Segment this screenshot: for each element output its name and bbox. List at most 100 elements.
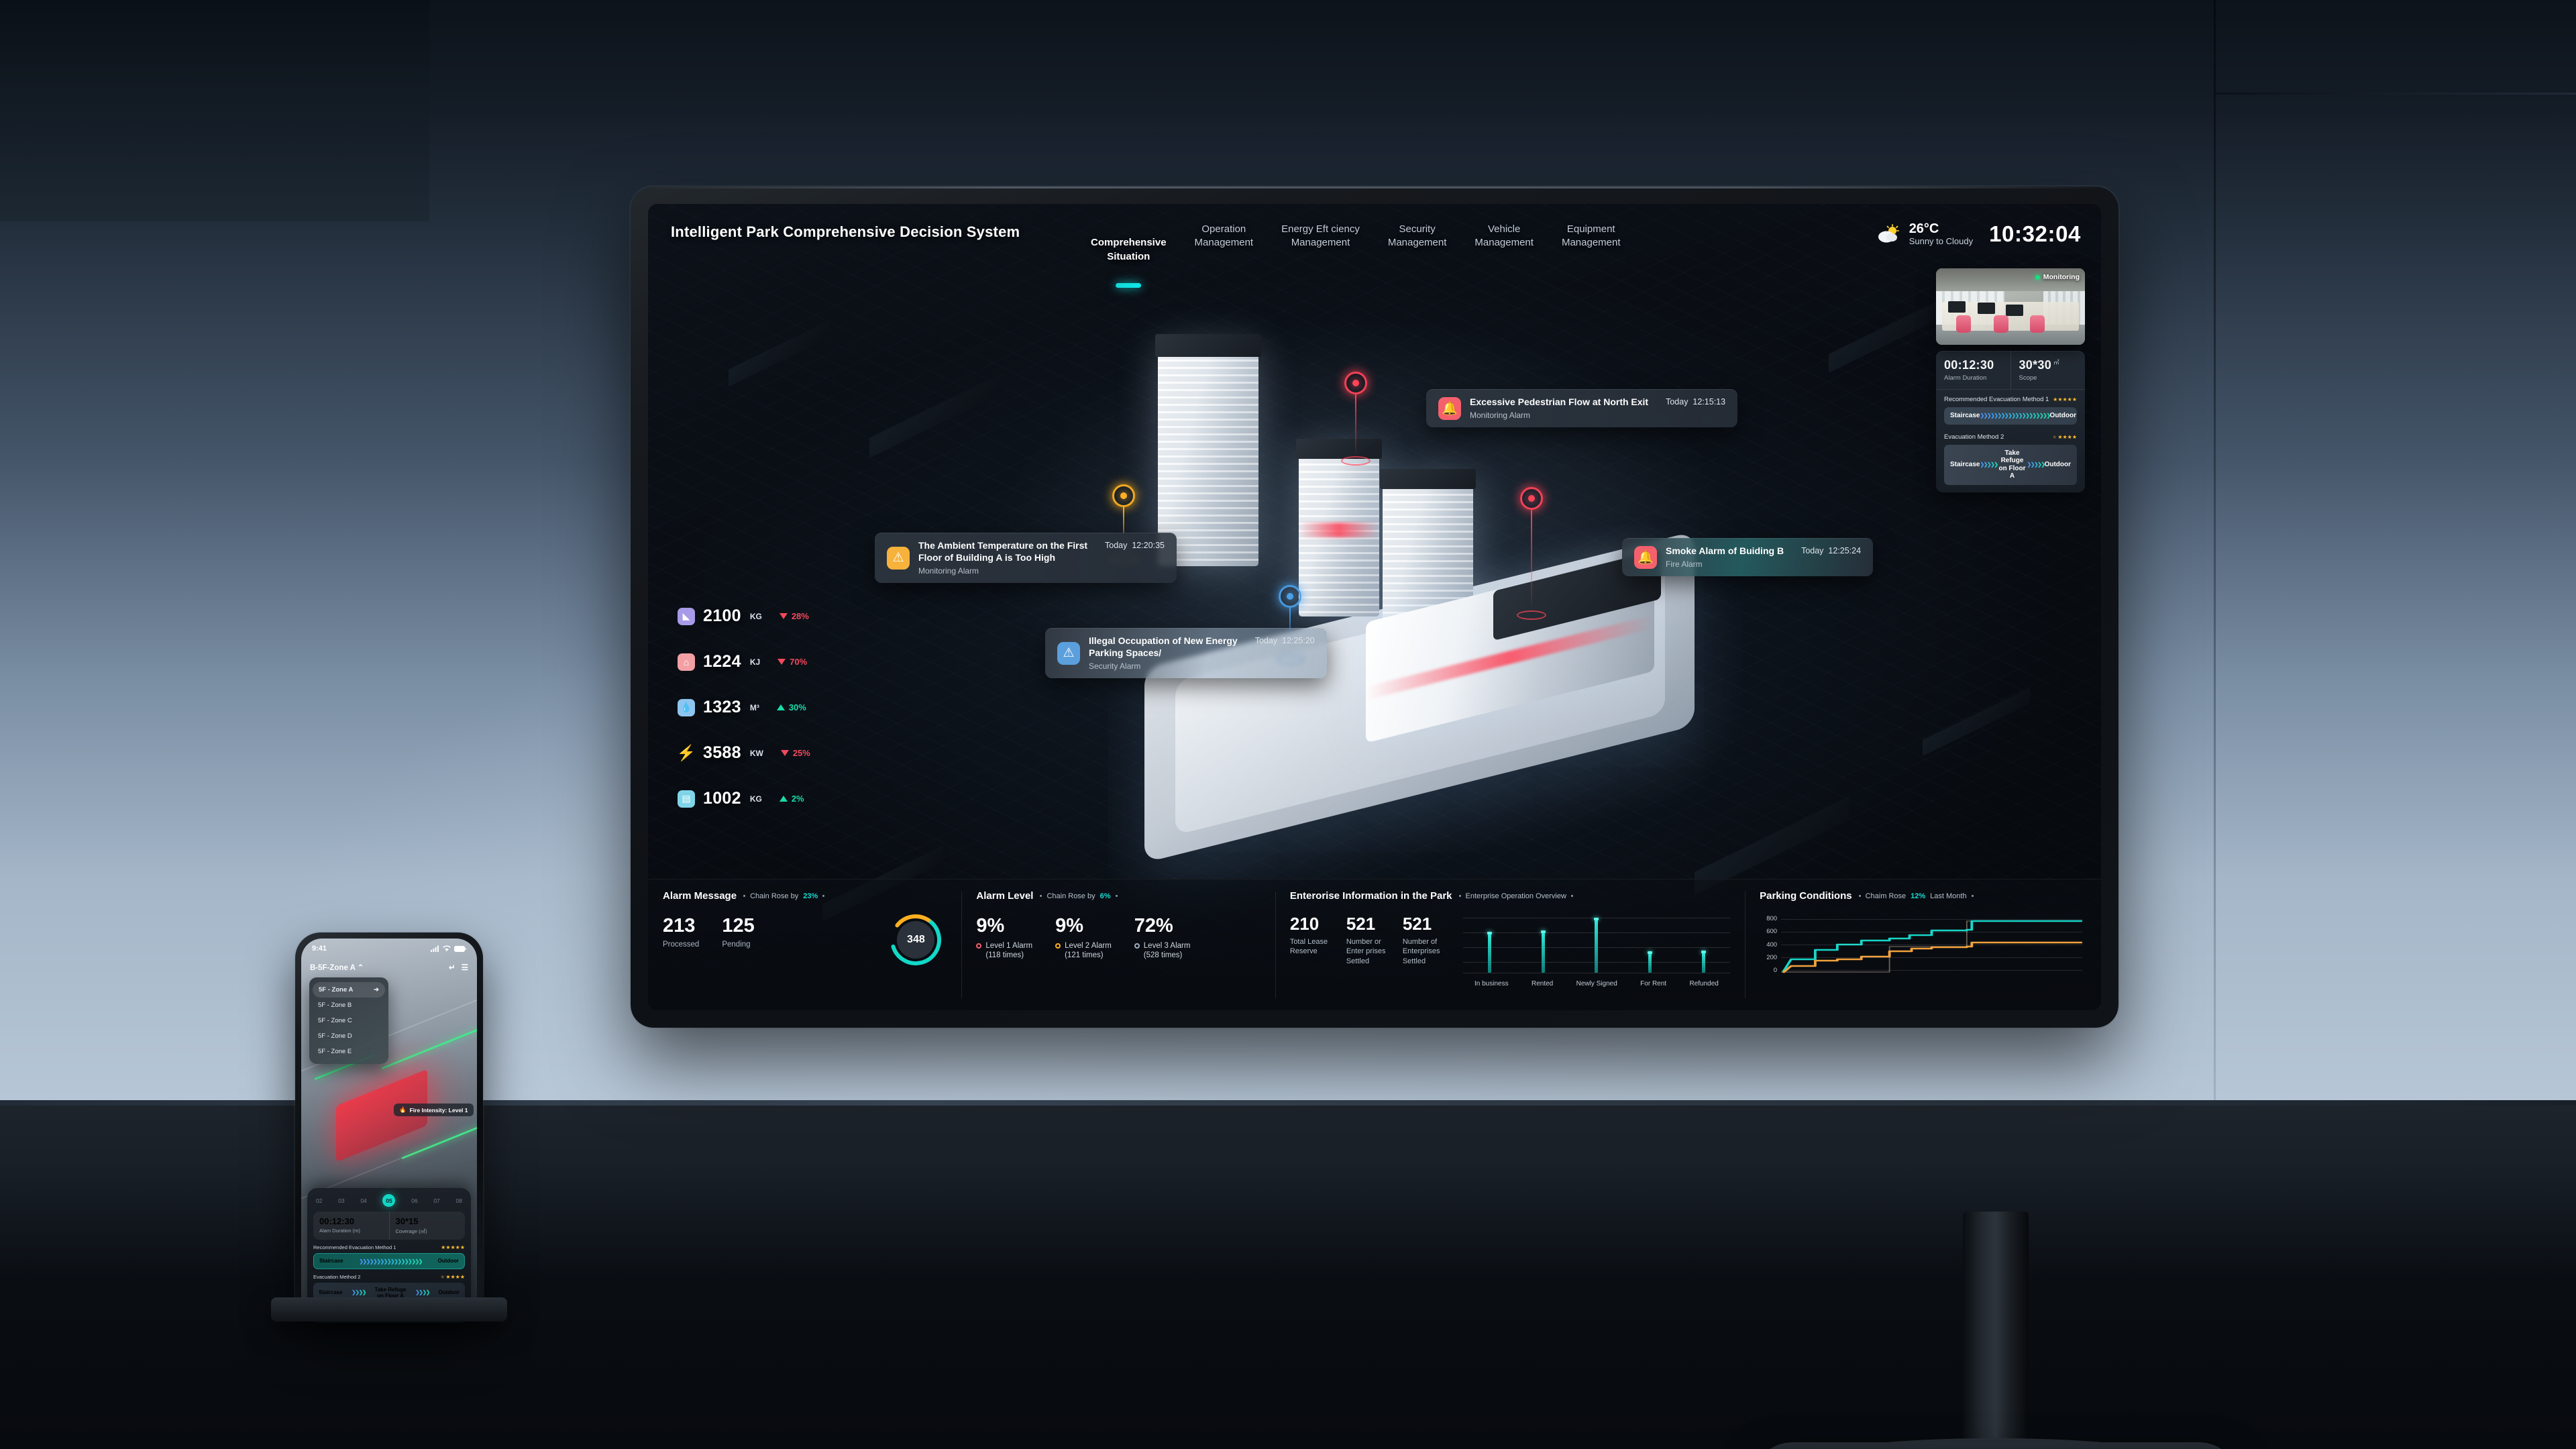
floor-option-03[interactable]: 03: [338, 1197, 344, 1204]
return-icon[interactable]: ↵: [449, 963, 455, 972]
floor-option-04[interactable]: 04: [360, 1197, 366, 1204]
alarm-levels: 9% Level 1 Alarm (118 times) 9% Level 2 …: [976, 916, 1260, 961]
phone-clock: 9:41: [312, 945, 327, 953]
menu-icon[interactable]: ☰: [462, 963, 468, 972]
evacuation-method-1[interactable]: Recommended Evacuation Method 1 ★★★★★ St…: [1936, 390, 2085, 432]
page-title: Intelligent Park Comprehensive Decision …: [671, 223, 1020, 240]
tab-comprehensive-situation[interactable]: Comprehensive Situation: [1091, 223, 1167, 288]
floor-selector[interactable]: 02 03 04 05 06 07 08: [313, 1194, 465, 1212]
kpi-water[interactable]: 💧 1323 M³ 30%: [678, 698, 810, 717]
subtitle-text: Chaim Rose: [1865, 892, 1907, 900]
building-c-roof: [1380, 469, 1476, 489]
method-2-header: Evacuation Method 2 ★ ★★★★: [1944, 433, 2077, 441]
category-label: In business: [1474, 980, 1509, 987]
alarm-marker-temperature[interactable]: [1109, 484, 1138, 564]
zone-option-e[interactable]: 5F - Zone E: [309, 1044, 388, 1059]
kpi-power[interactable]: ⚡ 3588 KW 25%: [676, 743, 810, 763]
tab-operation-management[interactable]: Operation Management: [1195, 223, 1254, 277]
bar-for-rent: [1648, 951, 1653, 973]
fuel-icon: ▤: [678, 790, 695, 808]
tab-equipment-management[interactable]: Equipment Management: [1562, 223, 1621, 277]
scope-unit: ㎡: [2053, 359, 2059, 366]
total-lease-label: Total Lease Reserve: [1289, 938, 1328, 956]
floor-option-08[interactable]: 08: [455, 1197, 462, 1204]
card-header: Alarm Level Chain Rose by 6%: [976, 890, 1260, 902]
alert-card-pedestrian[interactable]: 🔔 Excessive Pedestrian Flow at North Exi…: [1426, 389, 1738, 427]
bar-in-business: [1487, 932, 1493, 973]
zone-selector[interactable]: B-5F-Zone A ⌃: [310, 963, 364, 972]
phone-screen: 9:41 B-5F-Zone A ⌃ ↵ ☰ 5F - Zone A ➜ 5F …: [301, 938, 477, 1316]
phone-duration-value: 00:12:30: [319, 1216, 355, 1227]
camera-chair: [2030, 315, 2045, 333]
evacuation-method-2[interactable]: Evacuation Method 2 ★ ★★★★ Staircase ❯❯❯❯…: [1936, 432, 2085, 492]
alarm-marker-smoke[interactable]: [1517, 487, 1546, 620]
scope-number: 30*30: [2019, 358, 2052, 372]
alarm-marker-parking[interactable]: [1275, 585, 1305, 664]
method-1-route: Staircase ❯❯❯❯❯❯❯❯❯❯❯❯❯❯❯❯❯❯❯❯ Outdoor: [1944, 407, 2077, 425]
zone-option-b[interactable]: 5F - Zone B: [309, 998, 388, 1013]
phone-stand: [271, 1297, 507, 1322]
total-lease-value: 210: [1289, 914, 1320, 934]
zone-option-c[interactable]: 5F - Zone C: [309, 1013, 388, 1028]
phone-method-1[interactable]: Recommended Evacuation Method 1 ★★★★★ St…: [313, 1244, 465, 1269]
category-label: Refunded: [1689, 980, 1719, 987]
alarm-marker-pedestrian[interactable]: [1341, 372, 1371, 466]
bottom-panels: Alarm Message Chain Rose by 23% 213 Proc…: [648, 879, 2101, 1010]
enterprises-value-1: 521: [1346, 914, 1376, 934]
trend-up-icon: [779, 796, 788, 802]
enterprise-bar-chart: In business Rented Newly Signed For Rent…: [1462, 915, 1731, 987]
water-icon: 💧: [678, 698, 695, 716]
zone-dropdown[interactable]: 5F - Zone A ➜ 5F - Zone B 5F - Zone C 5F…: [309, 977, 388, 1064]
camera-monitor: [2006, 304, 2023, 316]
phone-coverage-label: Coverage (㎡): [395, 1228, 427, 1235]
floor-option-07[interactable]: 07: [433, 1197, 439, 1204]
kpi-value: 1224: [703, 652, 741, 671]
phone: 9:41 B-5F-Zone A ⌃ ↵ ☰ 5F - Zone A ➜ 5F …: [295, 932, 483, 1322]
subtitle-value: 23%: [803, 892, 818, 900]
tab-security-management[interactable]: Security Management: [1388, 223, 1447, 277]
route-node-end: Outdoor: [2044, 460, 2071, 468]
zone-option-d[interactable]: 5F - Zone D: [309, 1028, 388, 1044]
building-a-roof: [1155, 334, 1261, 357]
y-tick: 800: [1766, 915, 1778, 922]
enterprise-info-card: Enterorise Information in the Park Enter…: [1275, 879, 1745, 1010]
main-nav[interactable]: Comprehensive Situation Operation Manage…: [1091, 223, 1621, 288]
alert-card-temperature[interactable]: ⚠ The Ambient Temperature on the First F…: [875, 533, 1177, 583]
power-icon: ⚡: [676, 744, 696, 761]
tab-vehicle-management[interactable]: Vehicle Management: [1474, 223, 1534, 277]
kpi-value: 1002: [703, 789, 741, 808]
y-tick: 200: [1766, 953, 1778, 961]
card-subtitle: Chain Rose by 23%: [743, 892, 825, 900]
camera-feed[interactable]: Monitoring: [1936, 268, 2085, 345]
waste-icon: ◣: [678, 607, 695, 625]
kpi-waste[interactable]: ◣ 2100 KG 28%: [678, 606, 810, 626]
tab-energy-efficiency-management[interactable]: Energy Eft ciency Management: [1281, 223, 1360, 277]
floor-option-06[interactable]: 06: [411, 1197, 417, 1204]
bullet-icon: [1458, 895, 1461, 897]
battery-icon: [454, 945, 466, 952]
right-panel: Monitoring 00:12:30 Alarm Duration 30*30…: [1936, 268, 2085, 492]
alert-card-smoke[interactable]: 🔔 Smoke Alarm of Buiding B Fire Alarm To…: [1622, 538, 1874, 576]
evacuation-panel: 00:12:30 Alarm Duration 30*30 ㎡ Scope Re…: [1936, 351, 2085, 492]
zone-option-a[interactable]: 5F - Zone A ➜: [313, 982, 385, 998]
method-2-rating: ★ ★★★★: [2052, 433, 2077, 440]
alert-card-parking[interactable]: ⚠ Illegal Occupation of New Energy Parki…: [1045, 628, 1327, 678]
alert-timestamp: Today 12:15:13: [1666, 396, 1725, 407]
kpi-delta: 30%: [788, 702, 806, 712]
alert-content: Excessive Pedestrian Flow at North Exit …: [1470, 396, 1725, 420]
floor-option-02[interactable]: 02: [316, 1197, 322, 1204]
camera-chair: [1994, 315, 2008, 333]
marker-dot: [1287, 593, 1293, 600]
chart-y-axis: 800 600 400 200 0: [1760, 915, 1777, 974]
kpi-fuel[interactable]: ▤ 1002 KG 2%: [678, 789, 810, 808]
active-tab-indicator: [1116, 283, 1142, 288]
category-label: For Rent: [1640, 980, 1667, 987]
kpi-list: ◣ 2100 KG 28% ⌂ 1224 KJ 70% 💧 1323 M³ 30…: [676, 606, 810, 808]
floor-option-05[interactable]: 05: [382, 1194, 396, 1208]
kpi-unit: KW: [749, 748, 763, 758]
kpi-heat[interactable]: ⌂ 1224 KJ 70%: [678, 652, 810, 672]
alert-title: Illegal Occupation of New Energy Parking…: [1089, 635, 1238, 658]
building-b[interactable]: [1299, 449, 1379, 616]
level-1-percent: 9%: [976, 915, 1005, 936]
chart-gridline: [1781, 919, 2083, 920]
